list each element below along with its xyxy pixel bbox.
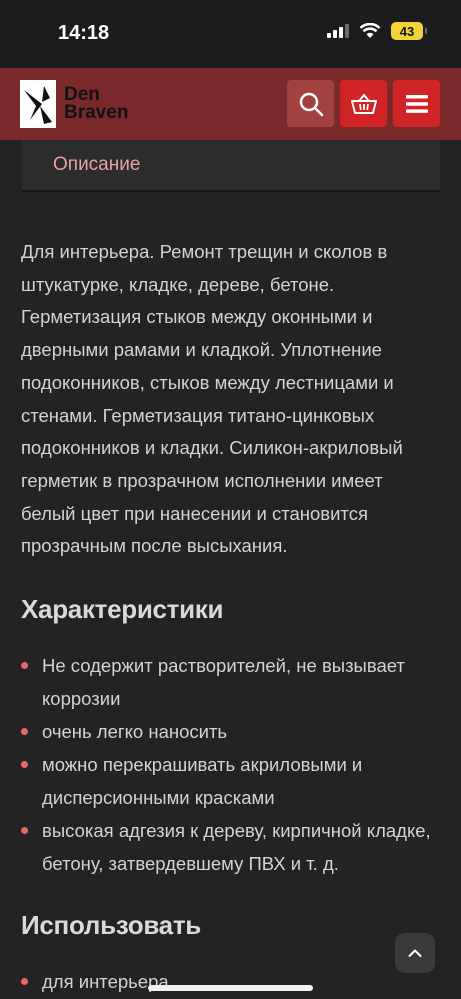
home-indicator[interactable] (148, 985, 313, 991)
characteristics-list: Не содержит растворителей, не вызывает к… (21, 649, 446, 880)
logo[interactable]: Den Braven (20, 80, 128, 128)
search-icon (299, 92, 323, 116)
list-item-text: можно перекрашивать акриловыми и дисперс… (42, 754, 363, 808)
list-item: высокая адгезия к дереву, кирпичной клад… (21, 814, 446, 880)
hamburger-icon (405, 94, 428, 113)
characteristics-heading: Характеристики (21, 594, 224, 624)
battery-indicator: 43 (391, 22, 427, 40)
bullet-dot (21, 728, 28, 735)
list-item-text: очень легко наносить (42, 721, 228, 742)
status-time: 14:18 (58, 22, 110, 44)
site-header: Den Braven (0, 68, 461, 140)
usage-list: для интерьера (21, 965, 446, 998)
basket-icon (350, 92, 377, 114)
description-text: Для интерьера. Ремонт трещин и сколов в … (21, 241, 403, 557)
logo-line-2: Braven (64, 102, 129, 123)
cellular-signal-icon (327, 24, 349, 38)
list-item-text: Не содержит растворителей, не вызывает к… (42, 655, 405, 709)
wifi-icon (359, 23, 381, 38)
bullet-dot (21, 827, 28, 834)
logo-bird-icon (20, 80, 56, 128)
status-icons: 43 (327, 22, 427, 40)
description-block: Для интерьера. Ремонт трещин и сколов в … (21, 236, 441, 563)
scroll-to-top-button[interactable] (395, 933, 435, 973)
search-button[interactable] (287, 80, 334, 127)
list-item: для интерьера (21, 965, 446, 998)
bullet-dot (21, 662, 28, 669)
list-item: очень легко наносить (21, 715, 446, 748)
status-bar: 14:18 43 (0, 0, 461, 68)
menu-button[interactable] (393, 80, 440, 127)
list-item-text: высокая адгезия к дереву, кирпичной клад… (42, 820, 431, 874)
bullet-dot (21, 761, 28, 768)
cart-button[interactable] (340, 80, 387, 127)
tab-description-label: Описание (53, 154, 141, 175)
list-item: Не содержит растворителей, не вызывает к… (21, 649, 446, 715)
bullet-dot (21, 978, 28, 985)
chevron-up-icon (408, 949, 422, 957)
tab-description[interactable]: Описание (22, 140, 440, 192)
usage-heading: Использовать (21, 910, 201, 940)
logo-text: Den Braven (64, 85, 129, 123)
list-item: можно перекрашивать акриловыми и дисперс… (21, 748, 446, 814)
